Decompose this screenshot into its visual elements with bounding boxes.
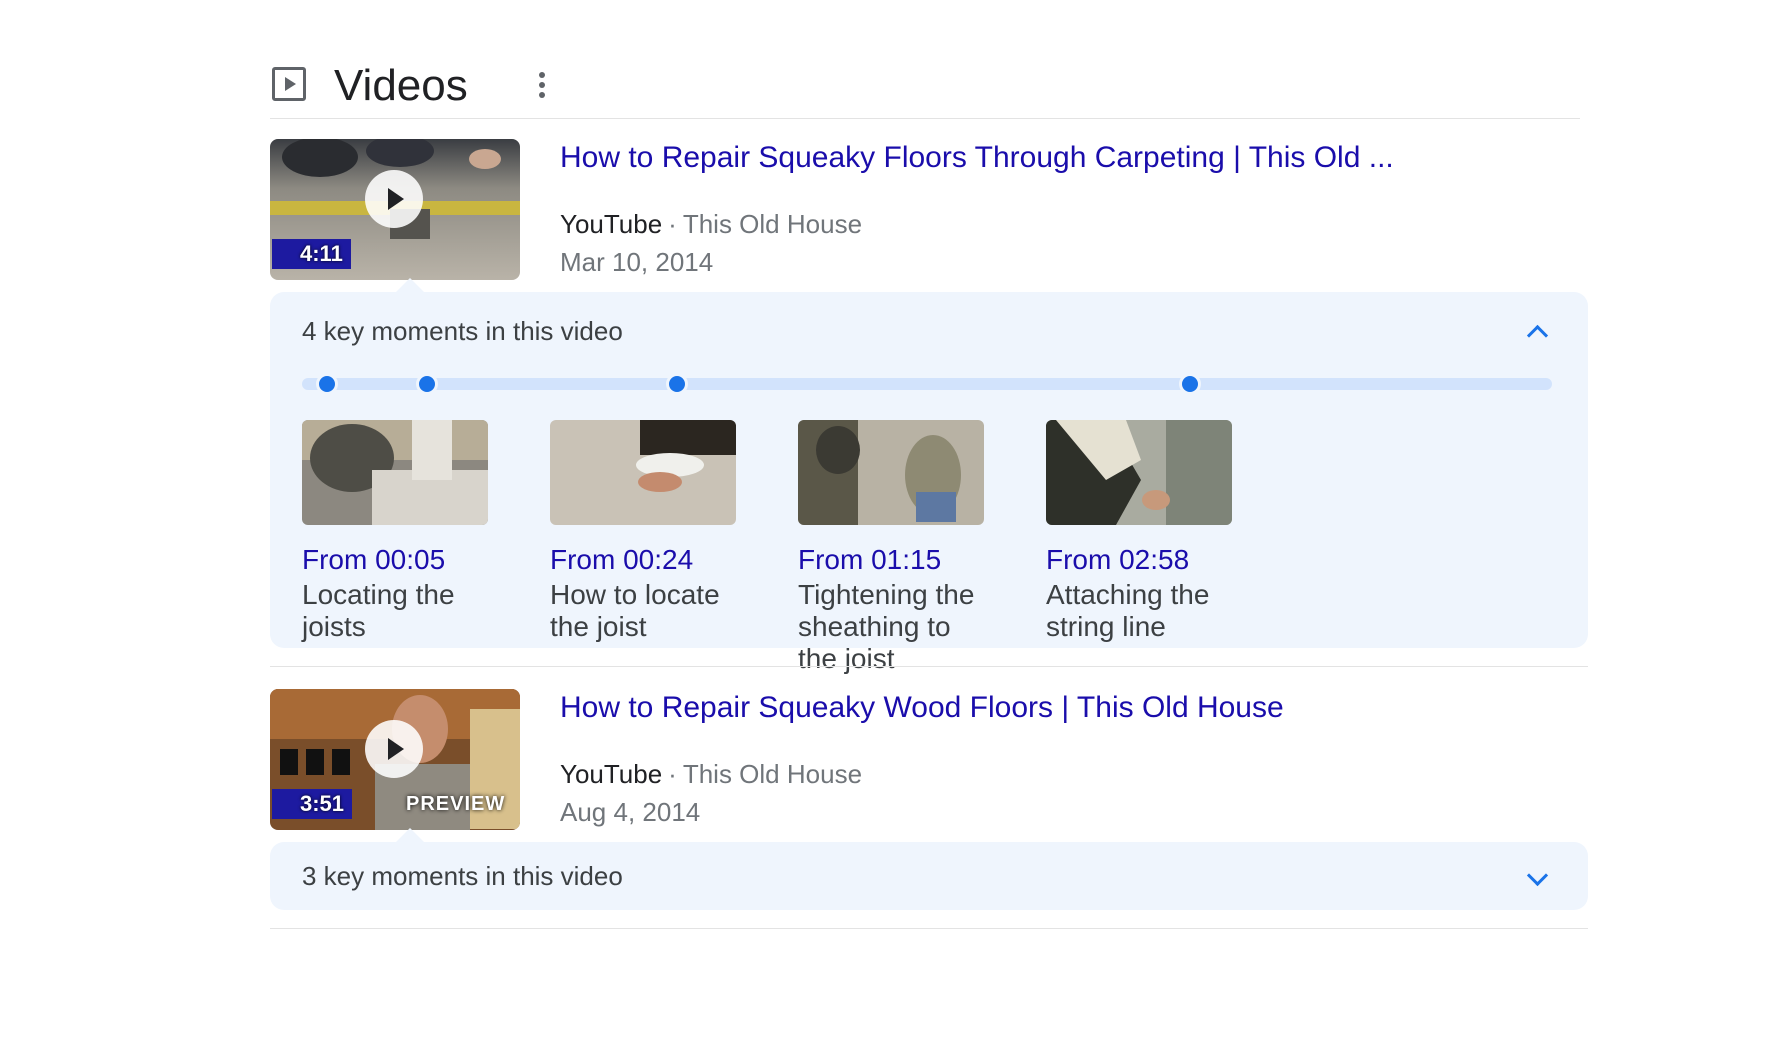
key-moment-thumbnail: [798, 420, 984, 525]
header-divider: [270, 118, 1580, 119]
duration-badge: 4:11: [272, 239, 351, 269]
duration-label: 3:51: [300, 791, 345, 816]
video-source: YouTube: [560, 209, 663, 239]
key-moments-heading[interactable]: 3 key moments in this video: [302, 859, 623, 893]
video-source: YouTube: [560, 759, 663, 789]
video-thumbnail[interactable]: 4:11: [270, 139, 520, 280]
timeline-marker[interactable]: [669, 376, 685, 392]
play-icon: [365, 170, 423, 228]
video-meta: YouTube · This Old House: [560, 757, 862, 791]
key-moment-item[interactable]: From 00:24 How to locate the joist: [550, 420, 736, 643]
key-moment-time: From 00:24: [550, 544, 694, 575]
section-title: Videos: [334, 61, 468, 110]
panel-notch: [396, 828, 424, 842]
key-moment-time: From 00:05: [302, 544, 446, 575]
key-moments-heading[interactable]: 4 key moments in this video: [302, 314, 623, 348]
timeline-marker[interactable]: [419, 376, 435, 392]
video-title-link[interactable]: How to Repair Squeaky Floors Through Car…: [560, 139, 1394, 177]
video-thumbnail[interactable]: 3:51 PREVIEW: [270, 689, 520, 830]
videos-header: Videos: [270, 56, 1580, 118]
panel-notch: [396, 278, 424, 292]
key-moment-label: Attaching the string line: [1046, 579, 1210, 642]
key-moment-time: From 01:15: [798, 544, 942, 575]
video-date: Aug 4, 2014: [560, 797, 701, 827]
key-moment-thumbnail: [550, 420, 736, 525]
chevron-down-icon[interactable]: [1526, 864, 1549, 890]
key-moment-item[interactable]: From 00:05 Locating the joists: [302, 420, 488, 643]
duration-label: 4:11: [300, 241, 343, 266]
preview-badge: PREVIEW: [406, 793, 506, 815]
key-moment-time: From 02:58: [1046, 544, 1190, 575]
meta-separator: ·: [668, 209, 677, 239]
key-moments-panel: 3 key moments in this video: [270, 828, 1588, 910]
key-moment-label: How to locate the joist: [550, 579, 720, 642]
result-divider: [270, 928, 1588, 929]
video-channel: This Old House: [682, 209, 863, 239]
video-date: Mar 10, 2014: [560, 247, 714, 277]
video-title-link[interactable]: How to Repair Squeaky Wood Floors | This…: [560, 689, 1284, 727]
more-options-icon[interactable]: [532, 70, 552, 100]
video-play-icon: [272, 67, 306, 101]
video-channel: This Old House: [682, 759, 863, 789]
key-moment-item[interactable]: From 01:15 Tightening the sheathing to t…: [798, 420, 984, 675]
meta-separator: ·: [668, 759, 677, 789]
key-moments-panel: 4 key moments in this video From 00:05 L…: [270, 278, 1588, 674]
duration-badge: 3:51: [272, 789, 353, 819]
key-moment-thumbnail: [302, 420, 488, 525]
key-moment-item[interactable]: From 02:58 Attaching the string line: [1046, 420, 1232, 643]
result-divider: [270, 666, 1588, 667]
timeline-marker[interactable]: [1181, 376, 1198, 392]
video-meta: YouTube · This Old House: [560, 207, 862, 241]
key-moment-thumbnail: [1046, 420, 1232, 525]
key-moment-label: Tightening the sheathing to the joist: [798, 579, 975, 674]
key-moments-timeline[interactable]: [302, 376, 1552, 392]
play-icon: [365, 720, 423, 778]
timeline-marker[interactable]: [319, 376, 335, 392]
chevron-up-icon[interactable]: [1526, 320, 1549, 347]
key-moment-label: Locating the joists: [302, 579, 455, 642]
